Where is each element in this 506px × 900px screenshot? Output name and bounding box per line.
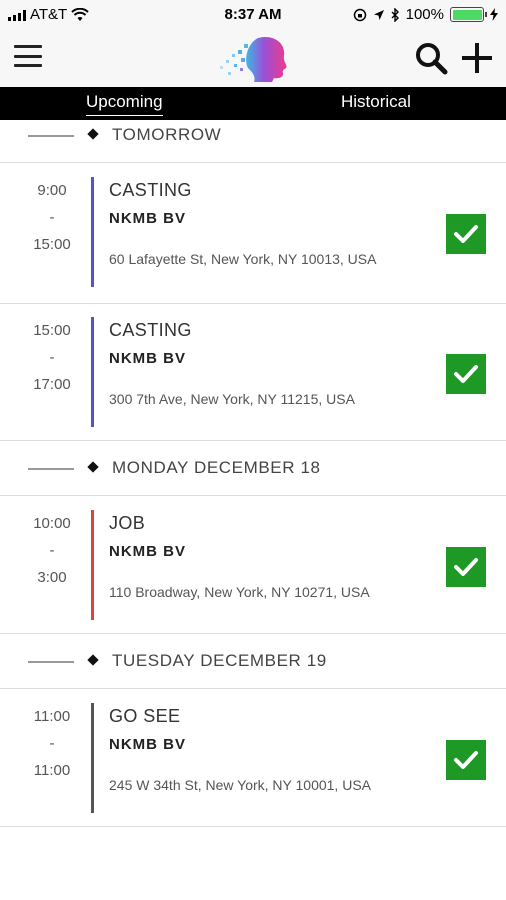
event-address: 300 7th Ave, New York, NY 11215, USA <box>109 391 355 407</box>
tab-upcoming[interactable]: Upcoming <box>86 92 163 116</box>
event-item[interactable]: 15:00 - 17:00 CASTING NKMB BV 300 7th Av… <box>0 303 506 443</box>
event-type: CASTING <box>109 320 192 340</box>
confirm-checkbox[interactable] <box>446 547 486 587</box>
status-bar: AT&T 8:37 AM 100% <box>0 0 506 30</box>
day-title: TOMORROW <box>112 125 222 144</box>
confirm-checkbox[interactable] <box>446 740 486 780</box>
menu-icon-bar <box>14 54 42 58</box>
checkmark-icon <box>454 558 478 576</box>
event-end-time: 17:00 <box>33 376 71 393</box>
event-type: JOB <box>109 513 146 533</box>
battery-percent: 100% <box>405 6 444 23</box>
event-start-time: 9:00 <box>37 182 67 199</box>
event-color-bar <box>91 703 94 813</box>
event-client: NKMB BV <box>109 350 186 367</box>
app-header <box>0 30 506 87</box>
app-logo <box>220 36 287 82</box>
event-client: NKMB BV <box>109 736 186 753</box>
day-header: TUESDAY DECEMBER 19 <box>0 643 506 679</box>
plus-icon[interactable] <box>460 41 494 75</box>
charging-icon <box>490 8 498 21</box>
menu-button[interactable] <box>14 45 42 67</box>
diamond-icon <box>87 128 99 140</box>
event-time-separator: - <box>49 735 55 752</box>
status-right: 100% <box>353 6 498 23</box>
day-header: MONDAY DECEMBER 18 <box>0 450 506 486</box>
divider <box>0 440 506 441</box>
event-time-separator: - <box>49 349 55 366</box>
rotation-lock-icon <box>353 8 366 21</box>
event-time-separator: - <box>49 542 55 559</box>
event-item[interactable]: 11:00 - 11:00 GO SEE NKMB BV 245 W 34th … <box>0 689 506 829</box>
day-header-line <box>28 468 74 470</box>
day-header-line <box>28 135 74 137</box>
menu-icon-bar <box>14 45 42 48</box>
day-header: TOMORROW <box>0 117 506 153</box>
battery-icon <box>450 7 487 22</box>
event-end-time: 11:00 <box>33 762 71 779</box>
day-title: TUESDAY DECEMBER 19 <box>112 651 327 670</box>
event-end-time: 15:00 <box>33 236 71 253</box>
event-end-time: 3:00 <box>37 569 67 586</box>
event-type: GO SEE <box>109 706 181 726</box>
event-time: 15:00 - 17:00 <box>22 317 82 398</box>
confirm-checkbox[interactable] <box>446 354 486 394</box>
diamond-icon <box>87 654 99 666</box>
event-color-bar <box>91 177 94 287</box>
event-address: 110 Broadway, New York, NY 10271, USA <box>109 584 370 600</box>
divider <box>0 633 506 634</box>
event-start-time: 10:00 <box>33 515 71 532</box>
day-header-line <box>28 661 74 663</box>
event-item[interactable]: 9:00 - 15:00 CASTING NKMB BV 60 Lafayett… <box>0 163 506 303</box>
location-icon <box>373 9 384 20</box>
search-icon[interactable] <box>414 41 448 75</box>
checkmark-icon <box>454 365 478 383</box>
event-client: NKMB BV <box>109 210 186 227</box>
day-title: MONDAY DECEMBER 18 <box>112 458 321 477</box>
event-item[interactable]: 10:00 - 3:00 JOB NKMB BV 110 Broadway, N… <box>0 496 506 636</box>
divider <box>0 826 506 827</box>
event-time: 10:00 - 3:00 <box>22 510 82 591</box>
event-address: 245 W 34th St, New York, NY 10001, USA <box>109 777 372 793</box>
battery-fill <box>452 9 482 20</box>
event-start-time: 15:00 <box>33 322 71 339</box>
event-address: 60 Lafayette St, New York, NY 10013, USA <box>109 251 377 267</box>
event-time-separator: - <box>49 209 55 226</box>
menu-icon-bar <box>14 64 42 67</box>
tab-bar: Upcoming Historical <box>0 87 506 120</box>
tab-historical[interactable]: Historical <box>341 92 411 112</box>
event-client: NKMB BV <box>109 543 186 560</box>
event-time: 11:00 - 11:00 <box>22 703 82 784</box>
bluetooth-icon <box>391 7 399 22</box>
event-time: 9:00 - 15:00 <box>22 177 82 258</box>
event-start-time: 11:00 <box>33 708 71 725</box>
event-type: CASTING <box>109 180 192 200</box>
diamond-icon <box>87 461 99 473</box>
event-color-bar <box>91 510 94 620</box>
confirm-checkbox[interactable] <box>446 214 486 254</box>
checkmark-icon <box>454 751 478 769</box>
event-color-bar <box>91 317 94 427</box>
checkmark-icon <box>454 225 478 243</box>
